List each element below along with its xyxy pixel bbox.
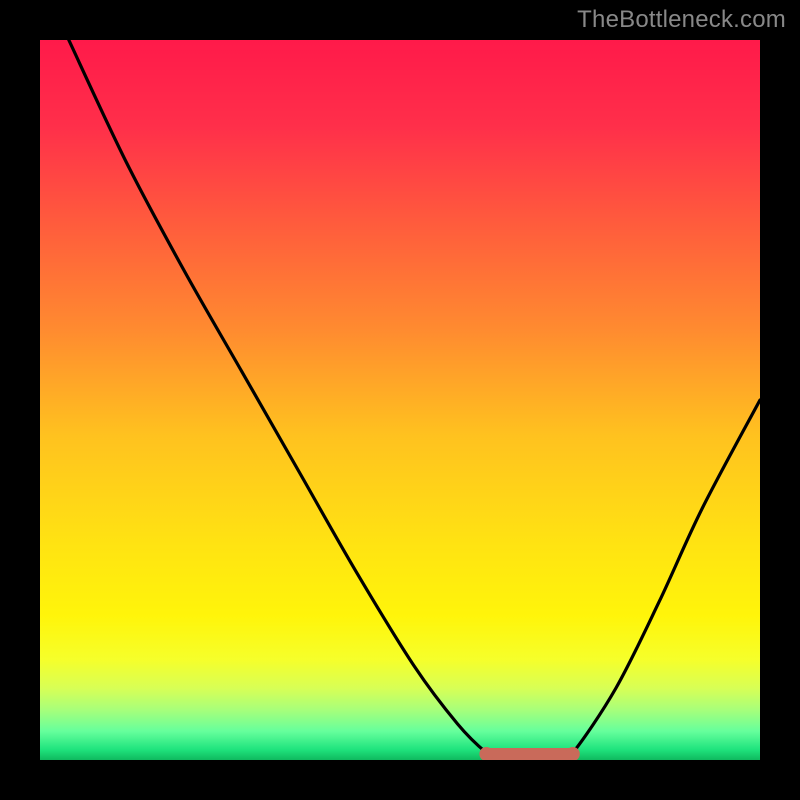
chart-container: TheBottleneck.com: [0, 0, 800, 800]
bottleneck-curve: [40, 40, 760, 760]
plot-area: [40, 40, 760, 760]
watermark-text: TheBottleneck.com: [577, 6, 786, 34]
